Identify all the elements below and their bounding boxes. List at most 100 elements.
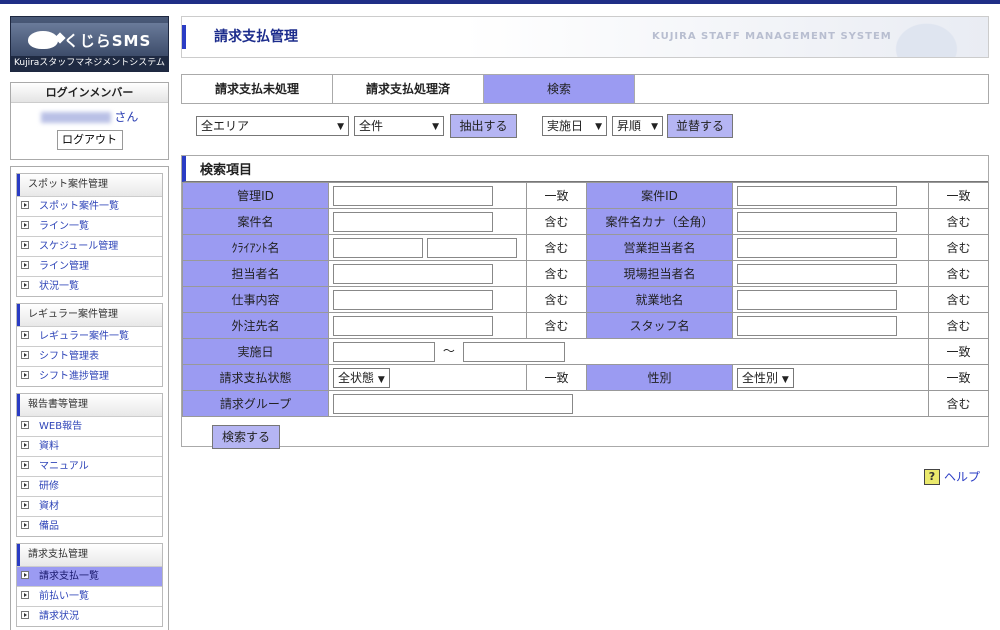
menu-item-prepayment-list[interactable]: 前払い一覧 <box>17 586 162 606</box>
extract-button[interactable]: 抽出する <box>450 114 517 138</box>
menu-item-spot-list[interactable]: スポット案件一覧 <box>17 196 162 216</box>
tab-processed[interactable]: 請求支払処理済 <box>333 75 484 103</box>
sort-field-select[interactable]: 実施日 ▼ <box>542 116 607 136</box>
case-name-kana-input[interactable] <box>737 211 897 232</box>
area-select[interactable]: 全エリア ▼ <box>196 116 349 136</box>
case-id-input[interactable] <box>737 185 897 206</box>
menu-item-billing-status[interactable]: 請求状況 <box>17 606 162 626</box>
field-label: 管理ID <box>182 182 329 209</box>
field-label: 案件名 <box>182 208 329 235</box>
search-table: 管理ID 一致 案件ID 一致 案件名 含む 案件名カナ（全角） 含む ｸﾗｲｱ… <box>182 182 989 417</box>
tab-unprocessed[interactable]: 請求支払未処理 <box>182 75 333 103</box>
field-label: 実施日 <box>182 338 329 365</box>
menu-item-documents[interactable]: 資料 <box>17 436 162 456</box>
help-label: ヘルプ <box>944 470 981 484</box>
field-label: 担当者名 <box>182 260 329 287</box>
login-member-title: ログインメンバー <box>11 83 168 103</box>
client-name-input-1[interactable] <box>333 237 423 258</box>
field-label: 請求グループ <box>182 390 329 417</box>
sales-rep-input[interactable] <box>737 237 897 258</box>
login-member-box: ログインメンバー さん ログアウト <box>10 82 169 160</box>
sidebar-menu: スポット案件管理 スポット案件一覧 ライン一覧 スケジュール管理 ライン管理 状… <box>10 166 169 630</box>
match-type: 含む <box>928 260 989 287</box>
menu-item-shift-table[interactable]: シフト管理表 <box>17 346 162 366</box>
field-label: スタッフ名 <box>586 312 733 339</box>
field-label: 営業担当者名 <box>586 234 733 261</box>
match-type: 一致 <box>526 182 587 209</box>
sort-button[interactable]: 並替する <box>667 114 733 138</box>
outsource-input[interactable] <box>333 315 493 336</box>
menu-group-spot: スポット案件管理 スポット案件一覧 ライン一覧 スケジュール管理 ライン管理 状… <box>16 173 163 297</box>
site-rep-input[interactable] <box>737 263 897 284</box>
menu-head-regular: レギュラー案件管理 <box>17 304 162 326</box>
date-range-tilde: ～ <box>442 344 455 358</box>
arrow-icon <box>21 571 29 579</box>
arrow-icon <box>21 241 29 249</box>
arrow-icon <box>21 201 29 209</box>
menu-item-manual[interactable]: マニュアル <box>17 456 162 476</box>
match-type: 一致 <box>928 338 989 365</box>
case-name-input[interactable] <box>333 211 493 232</box>
arrow-icon <box>21 501 29 509</box>
field-label: 現場担当者名 <box>586 260 733 287</box>
logout-button[interactable]: ログアウト <box>56 130 123 150</box>
sort-order-select[interactable]: 昇順 ▼ <box>612 116 663 136</box>
table-row: 実施日 ～ 一致 <box>182 338 989 365</box>
caret-down-icon: ▼ <box>781 374 789 385</box>
top-accent-bar <box>0 0 1000 4</box>
status-select[interactable]: 全状態 ▼ <box>333 367 390 388</box>
menu-item-training[interactable]: 研修 <box>17 476 162 496</box>
filter-row: 全エリア ▼ 全件 ▼ 抽出する 実施日 ▼ 昇順 ▼ 並替する <box>196 114 733 138</box>
match-type: 含む <box>526 312 587 339</box>
arrow-icon <box>21 331 29 339</box>
help-link[interactable]: ? ヘルプ <box>924 468 980 485</box>
client-name-input-2[interactable] <box>426 237 517 258</box>
table-row: 請求支払状態 全状態 ▼ 一致 性別 全性別 ▼ 一致 <box>182 364 989 391</box>
arrow-icon <box>21 611 29 619</box>
menu-item-billing-list[interactable]: 請求支払一覧 <box>17 566 162 586</box>
staff-input[interactable] <box>737 315 897 336</box>
app-logo[interactable]: くじらSMS Kujiraスタッフマネジメントシステム <box>10 16 169 72</box>
menu-item-regular-list[interactable]: レギュラー案件一覧 <box>17 326 162 346</box>
field-label: 請求支払状態 <box>182 364 329 391</box>
billing-group-input[interactable] <box>333 393 573 414</box>
count-select[interactable]: 全件 ▼ <box>354 116 444 136</box>
member-suffix: さん <box>114 110 139 124</box>
page-header: 請求支払管理 KUJIRA STAFF MANAGEMENT SYSTEM <box>181 16 989 58</box>
rep-input[interactable] <box>333 263 493 284</box>
blurred-name <box>40 112 111 123</box>
system-name: KUJIRA STAFF MANAGEMENT SYSTEM <box>652 31 892 42</box>
menu-item-status-list[interactable]: 状況一覧 <box>17 276 162 296</box>
search-button-row: 検索する <box>182 417 988 453</box>
job-input[interactable] <box>333 289 493 310</box>
field-label: ｸﾗｲｱﾝﾄ名 <box>182 234 329 261</box>
menu-group-regular: レギュラー案件管理 レギュラー案件一覧 シフト管理表 シフト進捗管理 <box>16 303 163 387</box>
date-to-input[interactable] <box>462 341 565 362</box>
gender-select[interactable]: 全性別 ▼ <box>737 367 794 388</box>
menu-item-line-manage[interactable]: ライン管理 <box>17 256 162 276</box>
caret-down-icon: ▼ <box>337 122 344 132</box>
tab-search[interactable]: 検索 <box>484 75 635 103</box>
admin-id-input[interactable] <box>333 185 493 206</box>
menu-item-schedule[interactable]: スケジュール管理 <box>17 236 162 256</box>
match-type: 含む <box>526 234 587 261</box>
arrow-icon <box>21 351 29 359</box>
whale-decoration-icon <box>888 17 958 57</box>
table-row: 請求グループ 含む <box>182 390 989 417</box>
menu-item-line-list[interactable]: ライン一覧 <box>17 216 162 236</box>
menu-item-shift-progress[interactable]: シフト進捗管理 <box>17 366 162 386</box>
work-place-input[interactable] <box>737 289 897 310</box>
table-row: 仕事内容 含む 就業地名 含む <box>182 286 989 313</box>
menu-group-billing: 請求支払管理 請求支払一覧 前払い一覧 請求状況 <box>16 543 163 627</box>
table-row: 案件名 含む 案件名カナ（全角） 含む <box>182 208 989 235</box>
search-button[interactable]: 検索する <box>212 425 280 449</box>
menu-item-materials[interactable]: 資材 <box>17 496 162 516</box>
field-label: 仕事内容 <box>182 286 329 313</box>
menu-item-web-report[interactable]: WEB報告 <box>17 416 162 436</box>
menu-item-equipment[interactable]: 備品 <box>17 516 162 536</box>
whale-icon <box>27 31 58 49</box>
arrow-icon <box>21 421 29 429</box>
date-from-input[interactable] <box>333 341 435 362</box>
arrow-icon <box>21 481 29 489</box>
match-type: 含む <box>928 390 989 417</box>
